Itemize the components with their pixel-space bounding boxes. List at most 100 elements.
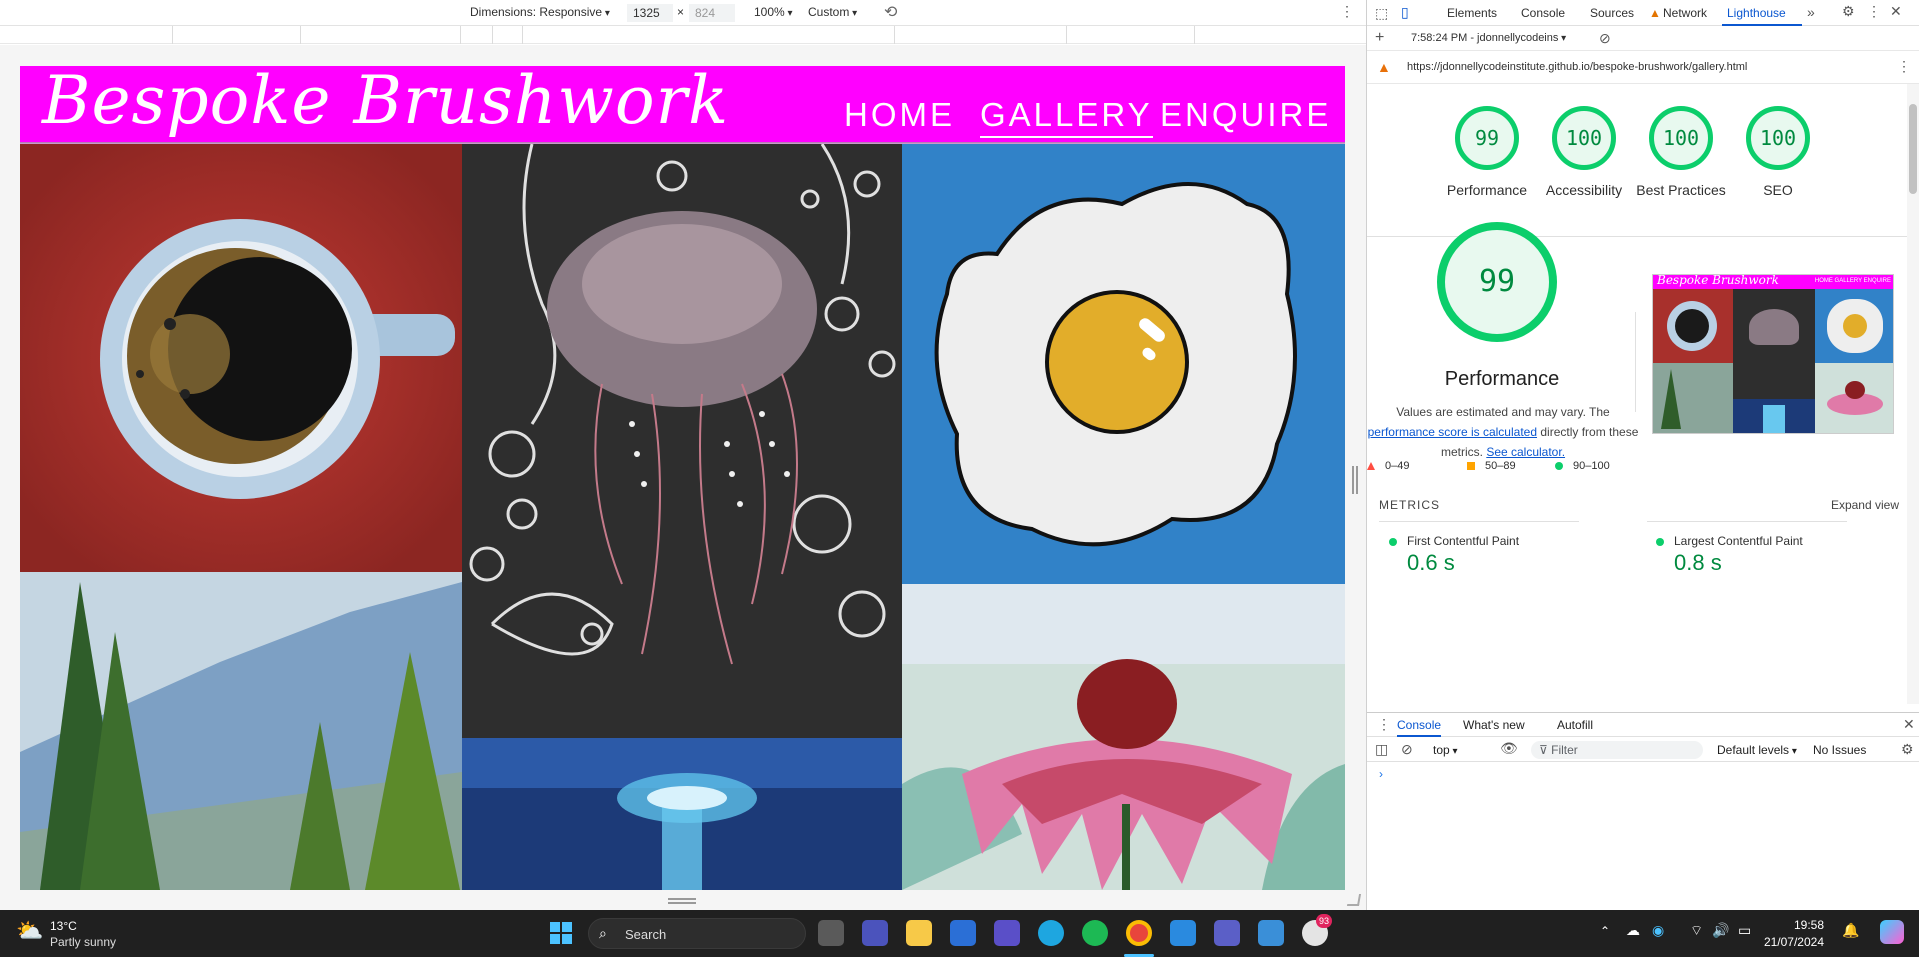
thumb-header: Bespoke Brushwork HOME GALLERY ENQUIRE bbox=[1653, 275, 1893, 289]
battery-icon[interactable]: ▭ bbox=[1738, 922, 1751, 939]
see-calculator-link[interactable]: See calculator. bbox=[1486, 445, 1565, 459]
taskbar-search[interactable]: ⌕ Search bbox=[588, 918, 806, 949]
show-hidden-icons-icon[interactable]: ⌃ bbox=[1600, 924, 1610, 938]
fail-triangle-icon bbox=[1367, 462, 1375, 470]
metric-fcp-label: First Contentful Paint bbox=[1407, 534, 1520, 548]
water-splash-image bbox=[462, 738, 902, 890]
nav-enquire[interactable]: ENQUIRE bbox=[1160, 96, 1331, 134]
weather-desc[interactable]: Partly sunny bbox=[50, 935, 116, 949]
report-menu-icon[interactable]: ⋮ bbox=[1897, 58, 1911, 75]
photos-icon[interactable] bbox=[1258, 920, 1284, 946]
issues-counter[interactable]: No Issues bbox=[1813, 743, 1866, 757]
site-logo[interactable]: Bespoke Brushwork bbox=[42, 66, 729, 139]
dimensions-dropdown[interactable]: Dimensions: Responsive bbox=[470, 5, 610, 19]
chrome-icon[interactable] bbox=[1126, 920, 1152, 946]
report-scrollbar[interactable] bbox=[1907, 84, 1919, 704]
inspect-element-icon[interactable]: ⬚ bbox=[1375, 5, 1388, 22]
painting-coffee-cup[interactable] bbox=[20, 144, 462, 572]
drawer-tab-whats-new[interactable]: What's new bbox=[1463, 718, 1525, 732]
metric-divider bbox=[1647, 521, 1847, 522]
more-tabs-icon[interactable]: » bbox=[1807, 4, 1815, 20]
more-options-icon[interactable]: ⋮ bbox=[1340, 3, 1354, 20]
clear-all-icon[interactable]: ⊘ bbox=[1599, 30, 1611, 47]
spotify-icon[interactable] bbox=[1082, 920, 1108, 946]
metric-divider bbox=[1379, 521, 1579, 522]
store-icon[interactable] bbox=[950, 920, 976, 946]
tab-lighthouse[interactable]: Lighthouse bbox=[1727, 6, 1786, 20]
resize-handle-corner[interactable] bbox=[1346, 894, 1362, 906]
media-query-ruler[interactable] bbox=[0, 26, 1366, 44]
throttle-dropdown[interactable]: Custom bbox=[808, 5, 857, 19]
notifications-bell-icon[interactable]: 🔔 bbox=[1842, 922, 1859, 939]
vertical-divider bbox=[1635, 312, 1636, 412]
sidebar-toggle-icon[interactable]: ◫ bbox=[1375, 741, 1388, 758]
width-input[interactable]: 1325 bbox=[627, 4, 673, 22]
score-label-best-practices: Best Practices bbox=[1636, 182, 1726, 198]
console-settings-icon[interactable]: ⚙ bbox=[1901, 741, 1914, 758]
context-selector[interactable]: top bbox=[1433, 743, 1458, 757]
onedrive-icon[interactable]: ☁ bbox=[1626, 922, 1640, 939]
devtools-tab-bar: ⬚ ▯ Elements Console Sources ▲ Network L… bbox=[1367, 0, 1919, 26]
page-screenshot-thumbnail[interactable]: Bespoke Brushwork HOME GALLERY ENQUIRE bbox=[1652, 274, 1894, 434]
zoom-dropdown[interactable]: 100% bbox=[754, 5, 793, 19]
vscode-icon[interactable] bbox=[1170, 920, 1196, 946]
windows-start-icon[interactable] bbox=[550, 922, 572, 944]
weather-temp[interactable]: 13°C bbox=[50, 919, 77, 933]
log-levels-dropdown[interactable]: Default levels bbox=[1717, 743, 1797, 757]
clock-time[interactable]: 19:58 bbox=[1770, 918, 1824, 932]
report-url-bar: ▲ https://jdonnellycodeinstitute.github.… bbox=[1367, 52, 1919, 84]
clear-console-icon[interactable]: ⊘ bbox=[1401, 741, 1413, 758]
live-expression-eye-icon[interactable]: 👁 bbox=[1500, 740, 1518, 757]
jellyfish-image bbox=[462, 144, 902, 738]
scrollbar-thumb[interactable] bbox=[1909, 104, 1917, 194]
tab-console[interactable]: Console bbox=[1521, 6, 1565, 20]
tab-sources[interactable]: Sources bbox=[1590, 6, 1634, 20]
resize-handle-bottom[interactable] bbox=[668, 898, 696, 904]
rotate-icon[interactable]: ⟲ bbox=[884, 2, 897, 22]
score-calculated-link[interactable]: performance score is calculated bbox=[1368, 425, 1537, 439]
settings-gear-icon[interactable]: ⚙ bbox=[1842, 3, 1855, 20]
drawer-tab-autofill[interactable]: Autofill bbox=[1557, 718, 1593, 732]
close-drawer-icon[interactable]: ✕ bbox=[1903, 716, 1915, 733]
drawer-menu-icon[interactable]: ⋮ bbox=[1377, 716, 1391, 733]
score-gauge-performance[interactable]: 99 bbox=[1455, 106, 1519, 170]
painting-flower[interactable] bbox=[902, 584, 1345, 890]
task-view-icon[interactable] bbox=[818, 920, 844, 946]
height-input[interactable]: 824 bbox=[689, 4, 735, 22]
painting-forest[interactable] bbox=[20, 572, 462, 890]
copilot-icon[interactable] bbox=[994, 920, 1020, 946]
lighthouse-logo-icon: ▲ bbox=[1377, 59, 1391, 75]
tab-network[interactable]: Network bbox=[1663, 6, 1707, 20]
new-report-icon[interactable]: + bbox=[1375, 29, 1384, 47]
expand-view-button[interactable]: Expand view bbox=[1831, 498, 1899, 512]
nav-gallery[interactable]: GALLERY bbox=[980, 96, 1153, 138]
report-selector[interactable]: 7:58:24 PM - jdonnellycodeins bbox=[1411, 32, 1566, 44]
nav-home[interactable]: HOME bbox=[844, 96, 955, 134]
copilot-tray-icon[interactable] bbox=[1880, 920, 1904, 944]
weather-partly-sunny-icon[interactable]: ⛅ bbox=[16, 918, 43, 944]
report-url[interactable]: https://jdonnellycodeinstitute.github.io… bbox=[1407, 61, 1747, 73]
customize-menu-icon[interactable]: ⋮ bbox=[1867, 3, 1881, 20]
close-devtools-icon[interactable]: ✕ bbox=[1890, 3, 1902, 20]
painting-jellyfish[interactable] bbox=[462, 144, 902, 738]
edge-icon[interactable] bbox=[1038, 920, 1064, 946]
score-gauge-best-practices[interactable]: 100 bbox=[1649, 106, 1713, 170]
score-gauge-seo[interactable]: 100 bbox=[1746, 106, 1810, 170]
volume-icon[interactable]: 🔊 bbox=[1712, 922, 1729, 939]
drawer-tab-console[interactable]: Console bbox=[1397, 718, 1442, 737]
clock-date[interactable]: 21/07/2024 bbox=[1762, 935, 1824, 949]
painting-water-splash[interactable] bbox=[462, 738, 902, 890]
painting-fried-egg[interactable] bbox=[902, 144, 1345, 584]
console-prompt[interactable]: › bbox=[1379, 767, 1383, 781]
console-filter-input[interactable]: ⊽ Filter bbox=[1531, 741, 1703, 759]
resize-handle-right[interactable] bbox=[1352, 466, 1358, 494]
security-icon[interactable]: ◉ bbox=[1652, 922, 1664, 939]
teams-icon[interactable] bbox=[862, 920, 888, 946]
teams-work-icon[interactable] bbox=[1214, 920, 1240, 946]
file-explorer-icon[interactable] bbox=[906, 920, 932, 946]
coffee-cup-image bbox=[20, 144, 462, 572]
score-gauge-accessibility[interactable]: 100 bbox=[1552, 106, 1616, 170]
device-toggle-icon[interactable]: ▯ bbox=[1401, 4, 1409, 21]
tab-elements[interactable]: Elements bbox=[1447, 6, 1497, 20]
wifi-icon[interactable]: ⌔ bbox=[1690, 922, 1703, 940]
